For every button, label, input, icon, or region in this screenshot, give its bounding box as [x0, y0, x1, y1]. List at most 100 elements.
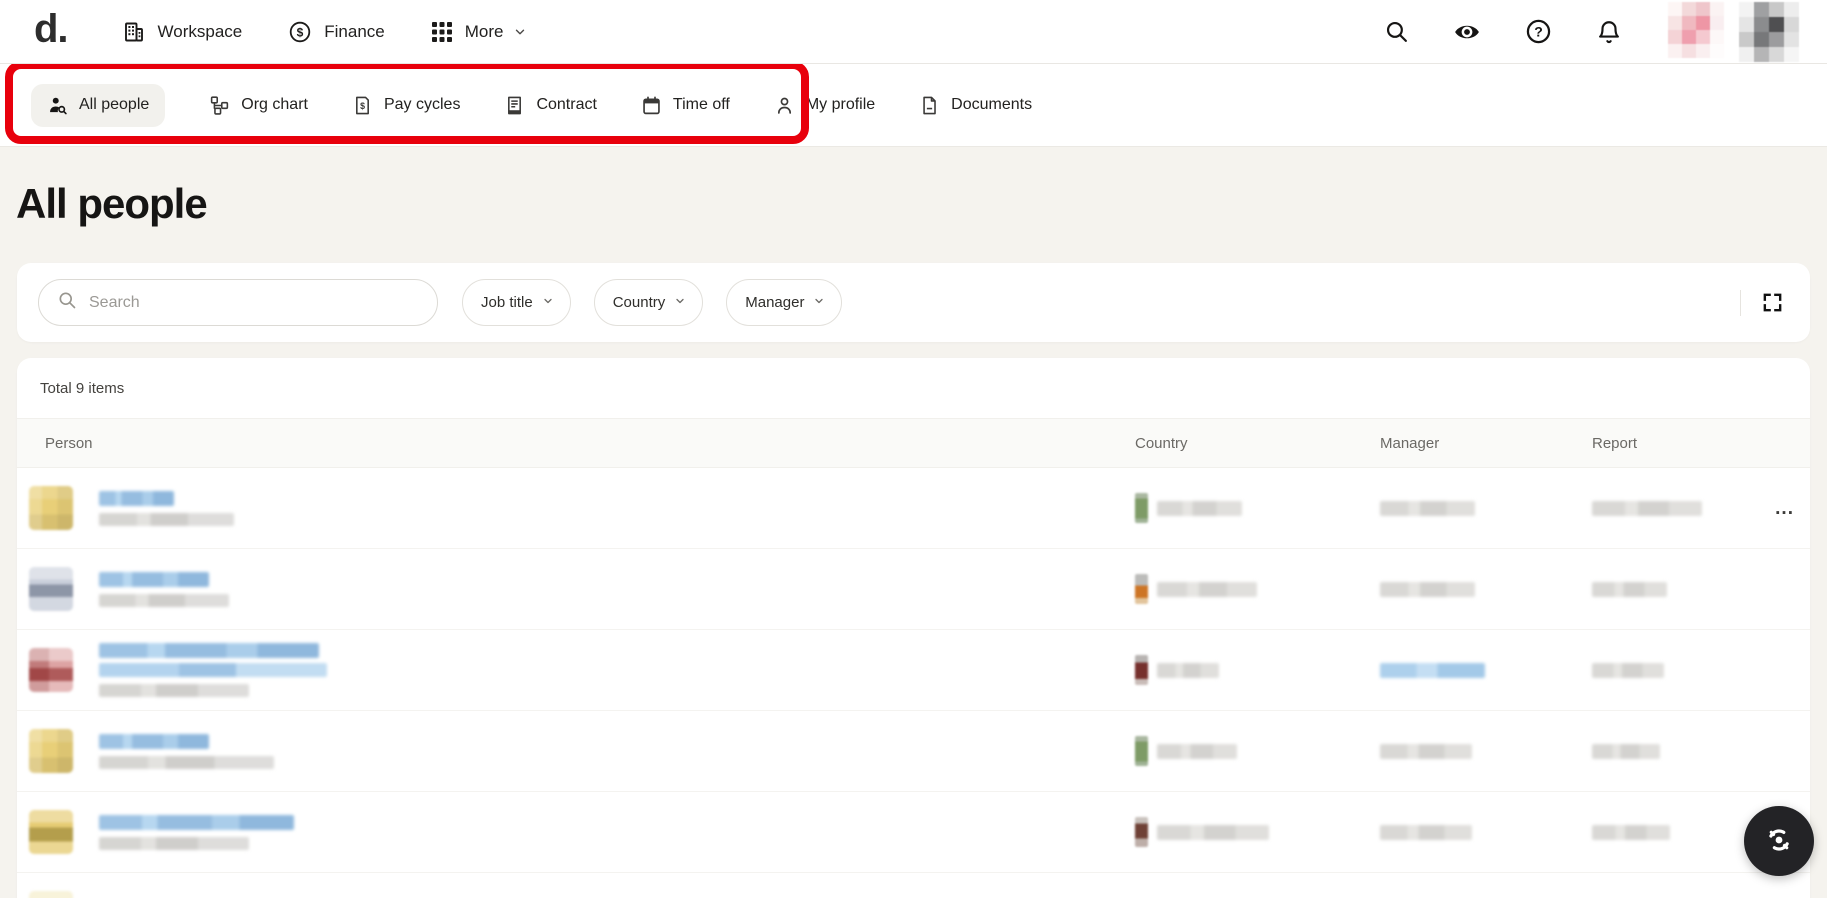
topbar-actions: ? [1384, 2, 1799, 62]
svg-text:$: $ [297, 25, 304, 39]
search-icon [57, 290, 77, 315]
person-cell [29, 729, 1135, 773]
search-input-wrapper[interactable] [38, 279, 438, 326]
country-flag-redacted [1135, 493, 1148, 523]
tab-label: Pay cycles [384, 96, 460, 114]
svg-text:$: $ [360, 100, 365, 110]
manager-filter[interactable]: Manager [726, 279, 842, 326]
search-input[interactable] [89, 294, 421, 312]
person-cell [29, 567, 1135, 611]
country-flag-redacted [1135, 574, 1148, 604]
person-name-redacted[interactable] [99, 643, 319, 658]
report-text-redacted [1592, 744, 1660, 759]
table-row[interactable] [17, 873, 1810, 898]
person-subtitle-redacted [99, 513, 234, 526]
report-cell [1592, 582, 1810, 597]
avatar[interactable] [1739, 2, 1799, 62]
column-header-country: Country [1135, 435, 1380, 452]
column-header-manager: Manager [1380, 435, 1592, 452]
country-text-redacted [1157, 825, 1269, 840]
table-header: Person Country Manager Report [17, 419, 1810, 468]
fullscreen-icon[interactable] [1761, 291, 1784, 314]
country-flag-redacted [1135, 817, 1148, 847]
person-cell [29, 891, 1135, 898]
table-row[interactable] [17, 711, 1810, 792]
person-cell [29, 810, 1135, 854]
document-icon [919, 95, 940, 116]
tab-documents[interactable]: Documents [919, 95, 1032, 116]
person-name-redacted[interactable] [99, 815, 294, 830]
tab-org-chart[interactable]: Org chart [209, 95, 308, 116]
person-avatar-redacted [29, 567, 73, 611]
person-avatar-redacted [29, 648, 73, 692]
person-avatar-redacted [29, 810, 73, 854]
user-avatars [1668, 2, 1799, 62]
tab-my-profile[interactable]: My profile [774, 95, 875, 116]
person-subtitle-redacted [99, 837, 249, 850]
nav-more[interactable]: More [431, 21, 528, 43]
table-body: ... [17, 468, 1810, 898]
nav-more-label: More [465, 22, 504, 42]
manager-text-redacted [1380, 501, 1475, 516]
tab-label: Contract [536, 96, 596, 114]
country-text-redacted [1157, 582, 1257, 597]
assistant-fab[interactable] [1744, 806, 1814, 876]
tab-label: Documents [951, 96, 1032, 114]
nav-workspace[interactable]: Workspace [122, 20, 243, 44]
country-cell [1135, 493, 1380, 523]
tab-label: Org chart [241, 96, 308, 114]
report-text-redacted [1592, 501, 1702, 516]
subnav-tabs: All people Org chart $ Pay cycles [31, 84, 1032, 127]
eye-icon[interactable] [1453, 18, 1481, 46]
people-table: Total 9 items Person Country Manager Rep… [17, 358, 1810, 898]
people-subnav: All people Org chart $ Pay cycles [0, 64, 1827, 147]
tab-all-people[interactable]: All people [31, 84, 165, 127]
person-name-redacted[interactable] [99, 663, 327, 677]
tab-contract[interactable]: Contract [504, 95, 596, 116]
tab-label: My profile [806, 96, 875, 114]
job-title-filter[interactable]: Job title [462, 279, 571, 326]
report-cell [1592, 744, 1810, 759]
contract-icon [504, 95, 525, 116]
tab-label: All people [79, 96, 149, 114]
topbar: d. Workspace [0, 0, 1827, 64]
report-cell [1592, 663, 1810, 678]
person-name-redacted[interactable] [99, 734, 209, 749]
calendar-icon [641, 95, 662, 116]
chevron-down-icon [542, 294, 554, 311]
invoice-icon: $ [352, 95, 373, 116]
tab-time-off[interactable]: Time off [641, 95, 730, 116]
person-name-redacted[interactable] [99, 572, 209, 587]
row-menu-icon[interactable]: ... [1775, 499, 1794, 518]
assistant-swirl-icon [1762, 823, 1796, 860]
column-header-report: Report [1592, 435, 1810, 452]
manager-cell [1380, 582, 1592, 597]
table-row[interactable] [17, 549, 1810, 630]
nav-finance[interactable]: $ Finance [288, 20, 384, 44]
avatar[interactable] [1668, 2, 1724, 58]
table-row[interactable] [17, 630, 1810, 711]
nav-finance-label: Finance [324, 22, 384, 42]
table-summary: Total 9 items [17, 358, 1810, 419]
country-filter[interactable]: Country [594, 279, 704, 326]
bell-icon[interactable] [1596, 19, 1622, 45]
country-text-redacted [1157, 744, 1237, 759]
country-cell [1135, 736, 1380, 766]
manager-cell [1380, 825, 1592, 840]
country-flag-redacted [1135, 736, 1148, 766]
person-subtitle-redacted [99, 756, 274, 769]
building-icon [122, 20, 146, 44]
chevron-down-icon [513, 25, 527, 39]
person-icon [774, 95, 795, 116]
table-row[interactable] [17, 792, 1810, 873]
tab-pay-cycles[interactable]: $ Pay cycles [352, 95, 460, 116]
person-cell [29, 643, 1135, 697]
manager-text-redacted [1380, 663, 1485, 678]
person-name-redacted[interactable] [99, 491, 174, 506]
divider [1740, 290, 1741, 316]
person-avatar-redacted [29, 891, 73, 898]
table-row[interactable]: ... [17, 468, 1810, 549]
deel-logo[interactable]: d. [34, 9, 68, 49]
help-icon[interactable]: ? [1525, 18, 1552, 45]
search-icon[interactable] [1384, 19, 1409, 44]
